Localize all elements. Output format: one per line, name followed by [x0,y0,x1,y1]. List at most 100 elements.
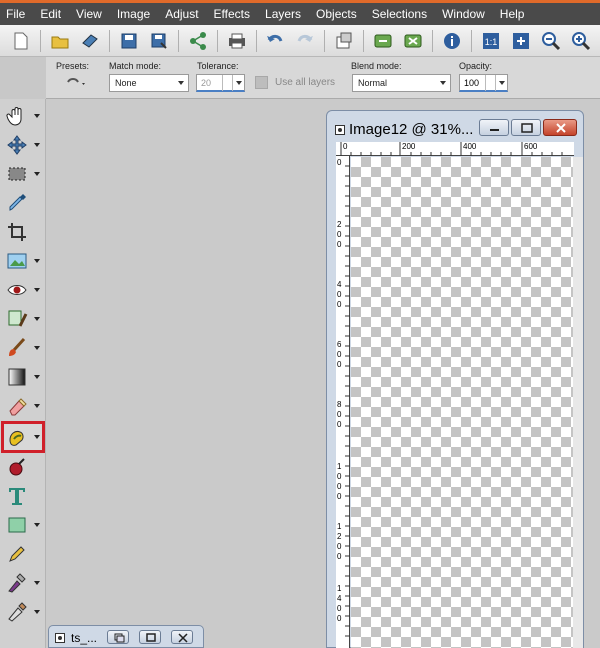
menu-window[interactable]: Window [442,7,485,21]
maximize-icon [521,123,533,133]
chevron-down-icon[interactable] [34,317,40,321]
color-replacer-tool[interactable] [4,454,42,480]
close-button[interactable] [171,630,193,644]
chevron-down-icon[interactable] [34,143,40,147]
menu-effects[interactable]: Effects [214,7,250,21]
chevron-down-icon[interactable] [34,610,40,614]
clone-tool[interactable] [4,306,42,332]
color-replacer-icon [6,456,28,478]
chevron-down-icon[interactable] [34,259,40,263]
print-icon[interactable] [226,29,248,53]
crop-tool[interactable] [4,219,42,245]
art-media-tool[interactable] [4,570,42,596]
match-mode-select[interactable]: None [109,74,189,92]
blend-mode-label: Blend mode: [351,61,402,71]
save-as-icon[interactable] [148,29,170,53]
menu-layers[interactable]: Layers [265,7,301,21]
tool-options-palette: Presets: Match mode: None Tolerance: 20 … [46,57,600,99]
move-tool[interactable] [4,132,42,158]
clone-icon [6,308,28,330]
info-icon[interactable] [441,29,463,53]
shape-tool[interactable] [4,512,42,538]
chevron-down-icon[interactable] [34,114,40,118]
picture-tube-tool[interactable] [4,248,42,274]
menu-image[interactable]: Image [117,7,150,21]
fit-icon[interactable] [510,29,532,53]
close-icon [556,123,566,133]
opacity-spinner[interactable] [485,75,495,91]
gradient-tool[interactable] [4,364,42,390]
chevron-down-icon[interactable] [34,404,40,408]
resize-icon[interactable] [333,29,355,53]
tolerance-dropdown[interactable] [232,75,244,91]
toolbar-divider [108,29,110,52]
script-run-icon[interactable] [372,29,394,53]
chevron-down-icon[interactable] [34,288,40,292]
smudge-tool[interactable] [4,599,42,625]
opacity-value: 100 [464,78,480,88]
pan-tool[interactable] [4,103,42,129]
close-button[interactable] [543,119,577,136]
zoom-in-icon[interactable] [570,29,592,53]
tolerance-label: Tolerance: [197,61,239,71]
script-stop-icon[interactable] [402,29,424,53]
menu-adjust[interactable]: Adjust [165,7,198,21]
maximize-button[interactable] [139,630,161,644]
new-icon[interactable] [10,29,32,53]
share-icon[interactable] [187,29,209,53]
paint-brush-tool[interactable] [4,335,42,361]
chevron-down-icon[interactable] [34,523,40,527]
tolerance-spinner[interactable] [222,75,232,91]
chevron-down-icon[interactable] [34,435,40,439]
opacity-dropdown[interactable] [495,75,507,91]
toolbar-divider [255,29,257,52]
toolbar-divider [471,29,473,52]
image-canvas[interactable] [351,157,573,648]
maximize-button[interactable] [511,119,541,136]
red-eye-tool[interactable] [4,277,42,303]
use-all-layers-checkbox[interactable] [255,76,268,89]
menu-selections[interactable]: Selections [372,7,427,21]
chevron-down-icon[interactable] [34,346,40,350]
restore-button[interactable] [107,630,129,644]
menu-view[interactable]: View [76,7,102,21]
selection-tool[interactable] [4,161,42,187]
image-window[interactable]: Image12 @ 31%... 0 200 400 600 0 2 0 0 4… [326,110,584,648]
paint-brush-icon [6,337,28,359]
undo-icon[interactable] [265,29,287,53]
tolerance-input[interactable]: 20 [196,74,245,92]
eraser-tool[interactable] [4,393,42,419]
flood-fill-tool[interactable] [1,421,45,453]
actual-size-icon[interactable]: 1:1 [480,29,502,53]
minimize-button[interactable] [479,119,509,136]
pen-tool[interactable] [4,541,42,567]
chevron-down-icon[interactable] [34,375,40,379]
horizontal-ruler: 0 200 400 600 [336,142,574,156]
chevron-down-icon[interactable] [34,172,40,176]
eraser-icon [6,395,28,417]
image-icon [335,125,345,135]
save-icon[interactable] [118,29,140,53]
dropper-tool[interactable] [4,190,42,216]
opacity-input[interactable]: 100 [459,74,508,92]
menu-objects[interactable]: Objects [316,7,357,21]
zoom-out-icon[interactable] [540,29,562,53]
blend-mode-select[interactable]: Normal [352,74,451,92]
chevron-down-icon[interactable] [34,581,40,585]
minimize-icon [490,129,499,131]
redo-icon[interactable] [294,29,316,53]
flood-fill-icon [6,426,28,448]
ruler-ticks [345,165,350,637]
open-icon[interactable] [49,29,71,53]
browse-icon[interactable] [79,29,101,53]
presets-dropdown[interactable] [64,74,88,92]
menu-help[interactable]: Help [500,7,525,21]
text-tool[interactable] [4,483,42,509]
menu-edit[interactable]: Edit [40,7,61,21]
text-icon [6,485,28,507]
toolbar-divider [324,29,326,52]
minimized-image-window[interactable]: ts_... [48,625,204,648]
vertical-scrollbar[interactable] [573,157,583,648]
smudge-icon [6,601,28,623]
menu-file[interactable]: File [6,7,25,21]
